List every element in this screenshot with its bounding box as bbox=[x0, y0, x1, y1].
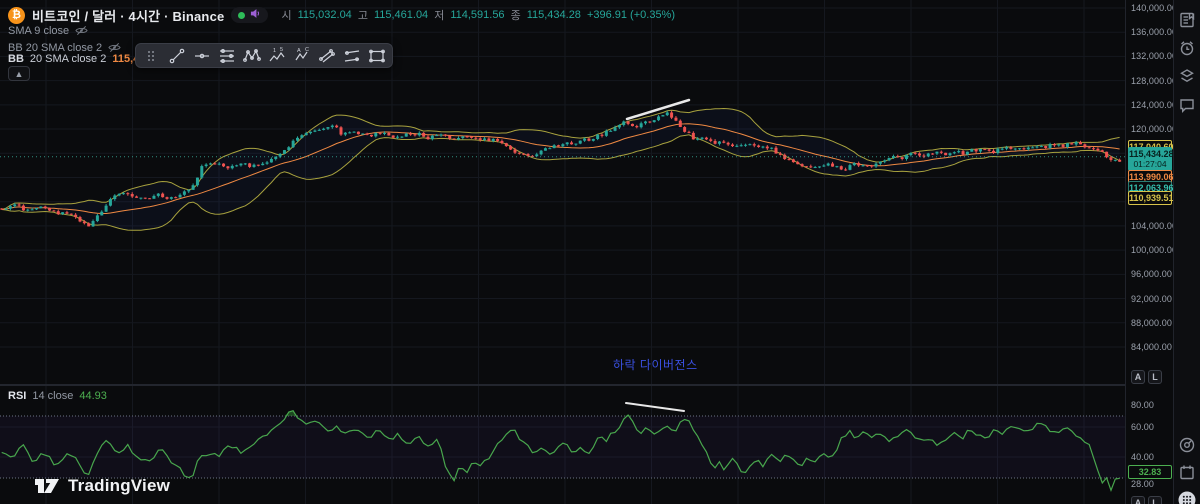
rsi-value: 44.93 bbox=[79, 390, 107, 402]
high-label: 고 bbox=[358, 7, 368, 23]
svg-text:5: 5 bbox=[280, 47, 283, 53]
price-axis[interactable]: 140,000.00136,000.00132,000.00128,000.00… bbox=[1125, 0, 1173, 504]
eye-off-icon[interactable] bbox=[75, 24, 88, 37]
rsi-name: RSI bbox=[8, 390, 26, 402]
tradingview-logo-text: TradingView bbox=[68, 476, 170, 496]
rsi-tick: 60.00 bbox=[1131, 422, 1154, 432]
symbol-title[interactable]: 비트코인 / 달러 · 4시간 · Binance bbox=[32, 6, 224, 25]
trend-line-tool[interactable] bbox=[165, 45, 188, 66]
chart-canvas[interactable] bbox=[0, 0, 1200, 504]
high-value: 115,461.04 bbox=[374, 9, 428, 21]
legend-sma9[interactable]: SMA 9 close bbox=[8, 24, 88, 37]
legend-sma9-label: SMA 9 close bbox=[8, 25, 69, 37]
price-tick: 120,000.00 bbox=[1131, 124, 1177, 134]
rsi-params: 14 close bbox=[32, 390, 73, 402]
change-value: +396.91 (+0.35%) bbox=[587, 9, 675, 21]
log-scale-button[interactable]: L bbox=[1148, 496, 1162, 504]
scope-icon[interactable] bbox=[1178, 436, 1196, 454]
price-tick: 140,000.00 bbox=[1131, 3, 1177, 13]
price-tick: 96,000.00 bbox=[1131, 269, 1172, 279]
low-value: 114,591.56 bbox=[450, 9, 504, 21]
divergence-annotation-text[interactable]: 하락 다이버전스 bbox=[613, 356, 698, 373]
apps-grid-icon[interactable] bbox=[1178, 491, 1196, 504]
price-tick: 88,000.00 bbox=[1131, 318, 1172, 328]
open-label: 시 bbox=[281, 7, 291, 23]
legend-bb-title: BB bbox=[8, 53, 24, 65]
notification-speaker-icon bbox=[250, 6, 261, 24]
market-open-dot bbox=[238, 12, 245, 19]
price-tick: 124,000.00 bbox=[1131, 100, 1177, 110]
calendar-icon[interactable] bbox=[1178, 463, 1196, 481]
svg-text:C: C bbox=[305, 47, 309, 53]
xabcd-pattern-tool[interactable] bbox=[240, 45, 263, 66]
watchlist-icon[interactable] bbox=[1178, 11, 1196, 29]
price-tick: 84,000.00 bbox=[1131, 342, 1172, 352]
price-tag: 115,434.2801:27:04 bbox=[1128, 147, 1172, 171]
rsi-tick: 40.00 bbox=[1131, 452, 1154, 462]
disjoint-channel-tool[interactable] bbox=[340, 45, 363, 66]
chat-icon[interactable] bbox=[1178, 96, 1196, 114]
rsi-tick: 28.00 bbox=[1131, 479, 1154, 489]
abcd-pattern-tool[interactable]: AC bbox=[290, 45, 313, 66]
symbol-header: ₿ 비트코인 / 달러 · 4시간 · Binance 시 115,032.04 … bbox=[8, 5, 675, 25]
alert-clock-icon[interactable] bbox=[1178, 39, 1196, 57]
right-sidebar bbox=[1173, 0, 1200, 504]
bitcoin-icon: ₿ bbox=[8, 7, 25, 24]
legend-bb-hidden-label: BB 20 SMA close 2 bbox=[8, 42, 102, 54]
object-tree-icon[interactable] bbox=[1178, 67, 1196, 85]
price-tick: 136,000.00 bbox=[1131, 27, 1177, 37]
parallel-channel-tool[interactable] bbox=[315, 45, 338, 66]
close-label: 종 bbox=[511, 7, 521, 23]
rsi-tick: 80.00 bbox=[1131, 400, 1154, 410]
ohlc-readout: 시 115,032.04 고 115,461.04 저 114,591.56 종 115… bbox=[281, 7, 675, 23]
price-tick: 132,000.00 bbox=[1131, 51, 1177, 61]
rectangle-tool[interactable] bbox=[365, 45, 388, 66]
price-tick: 100,000.00 bbox=[1131, 245, 1177, 255]
elliott-wave-tool[interactable]: 15 bbox=[265, 45, 288, 66]
tradingview-logo-mark bbox=[34, 475, 60, 497]
drawing-favorites-toolbar: 15AC bbox=[135, 43, 393, 68]
price-tick: 128,000.00 bbox=[1131, 76, 1177, 86]
legend-collapse-button[interactable]: ▲ bbox=[8, 66, 30, 81]
horizontal-line-tool[interactable] bbox=[190, 45, 213, 66]
auto-scale-button[interactable]: A bbox=[1131, 370, 1145, 384]
svg-text:A: A bbox=[297, 48, 301, 54]
low-label: 저 bbox=[434, 7, 444, 23]
legend-bb-params: 20 SMA close 2 bbox=[30, 53, 106, 65]
svg-text:1: 1 bbox=[273, 48, 276, 54]
parallel-lines-tool[interactable] bbox=[215, 45, 238, 66]
tradingview-logo[interactable]: TradingView bbox=[34, 475, 170, 497]
rsi-legend[interactable]: RSI 14 close 44.93 bbox=[8, 390, 107, 402]
close-value: 115,434.28 bbox=[527, 9, 581, 21]
rsi-last-value-tag: 32.83 bbox=[1128, 465, 1172, 479]
drag-handle[interactable] bbox=[140, 45, 163, 66]
tradingview-chart-window: ₿ 비트코인 / 달러 · 4시간 · Binance 시 115,032.04 … bbox=[0, 0, 1200, 504]
market-status-badge[interactable] bbox=[231, 7, 268, 23]
open-value: 115,032.04 bbox=[298, 9, 352, 21]
price-tick: 104,000.00 bbox=[1131, 221, 1177, 231]
auto-scale-button[interactable]: A bbox=[1131, 496, 1145, 504]
price-tag: 110,939.51 bbox=[1128, 191, 1172, 205]
log-scale-button[interactable]: L bbox=[1148, 370, 1162, 384]
price-tick: 92,000.00 bbox=[1131, 294, 1172, 304]
